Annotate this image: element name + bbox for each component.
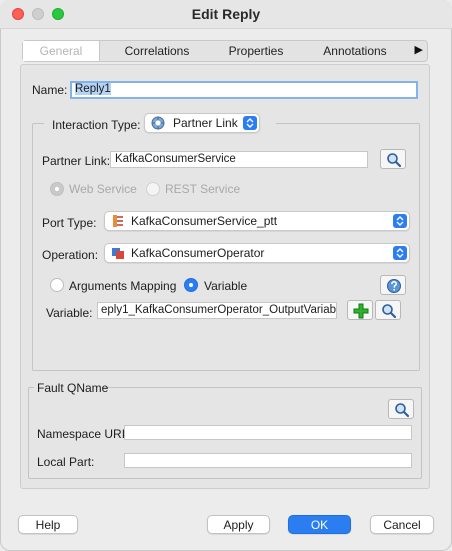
title-bar: Edit Reply <box>0 0 452 29</box>
fault-qname-title: Fault QName <box>37 381 109 395</box>
chevron-updown-icon <box>393 214 407 228</box>
operation-select[interactable]: KafkaConsumerOperator <box>104 243 410 263</box>
variable-field[interactable]: eply1_KafkaConsumerOperator_OutputVariab… <box>97 302 337 319</box>
help-button[interactable]: Help <box>18 515 78 534</box>
local-part-label: Local Part: <box>37 455 95 469</box>
add-icon <box>353 303 369 319</box>
fault-qname-browse-button[interactable] <box>388 399 414 419</box>
namespace-uri-input[interactable] <box>124 425 412 440</box>
port-type-icon <box>113 215 123 227</box>
web-service-radio[interactable] <box>50 182 64 196</box>
chevron-updown-icon <box>243 116 257 130</box>
tab-correlations[interactable]: Correlations <box>105 41 209 61</box>
tab-bar: General Correlations Properties Annotati… <box>22 40 428 62</box>
tab-overflow-arrow-icon[interactable]: ▶ <box>415 43 423 56</box>
interaction-type-value: Partner Link <box>173 116 238 130</box>
search-icon <box>382 304 397 319</box>
operation-icon <box>112 248 124 259</box>
interaction-type-label: Interaction Type: <box>52 118 141 132</box>
arguments-mapping-label: Arguments Mapping <box>69 279 177 293</box>
cancel-button[interactable]: Cancel <box>370 515 434 534</box>
variable-radio-label: Variable <box>204 279 248 293</box>
name-value: Reply1 <box>75 83 111 95</box>
edit-reply-dialog: Edit Reply General Correlations Properti… <box>0 0 452 551</box>
rest-service-radio[interactable] <box>146 182 160 196</box>
name-input[interactable]: Reply1 <box>70 81 418 99</box>
chevron-updown-icon <box>393 246 407 260</box>
namespace-uri-label: Namespace URI: <box>37 427 129 441</box>
tab-annotations[interactable]: Annotations <box>305 41 405 61</box>
window-title: Edit Reply <box>191 6 261 22</box>
help-info-button[interactable] <box>380 275 406 295</box>
partner-link-browse-button[interactable] <box>380 149 406 169</box>
create-variable-button[interactable] <box>347 300 373 320</box>
port-type-label: Port Type: <box>42 216 97 230</box>
tab-properties[interactable]: Properties <box>209 41 303 61</box>
variable-label: Variable: <box>46 306 93 320</box>
tab-general[interactable]: General <box>23 41 100 61</box>
interaction-type-select[interactable]: Partner Link <box>144 113 260 133</box>
rest-service-label: REST Service <box>165 182 241 196</box>
partner-link-icon <box>151 116 165 130</box>
name-label: Name: <box>32 83 68 97</box>
arguments-mapping-radio[interactable] <box>50 278 64 292</box>
search-icon <box>395 403 410 418</box>
partner-link-field[interactable]: KafkaConsumerService <box>110 151 368 168</box>
variable-radio[interactable] <box>184 278 198 292</box>
ok-button[interactable]: OK <box>288 515 351 534</box>
help-icon <box>387 279 401 293</box>
local-part-input[interactable] <box>124 453 412 468</box>
variable-browse-button[interactable] <box>375 300 401 320</box>
partner-link-label: Partner Link: <box>42 154 111 168</box>
web-service-label: Web Service <box>69 182 137 196</box>
port-type-value: KafkaConsumerService_ptt <box>131 214 278 228</box>
port-type-select[interactable]: KafkaConsumerService_ptt <box>104 211 410 231</box>
search-icon <box>387 153 402 168</box>
operation-value: KafkaConsumerOperator <box>131 246 265 260</box>
apply-button[interactable]: Apply <box>207 515 270 534</box>
operation-label: Operation: <box>42 248 99 262</box>
